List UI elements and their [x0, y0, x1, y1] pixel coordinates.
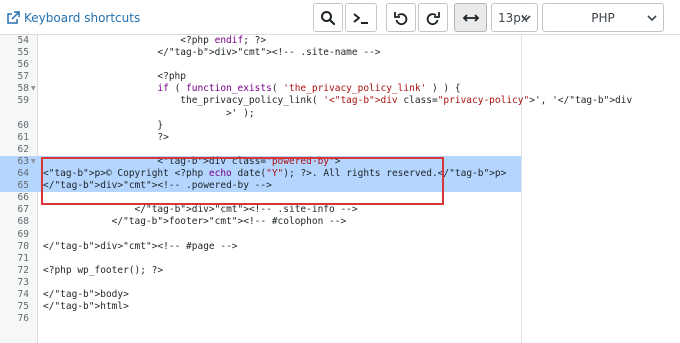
line-number: 72 — [17, 264, 29, 276]
code-line[interactable]: 55 </"tag-b">div>"cmt"><!-- .site-name --… — [0, 47, 521, 59]
chevron-down-icon — [647, 15, 657, 22]
line-number: 60 — [17, 119, 29, 131]
code-text: </"tag-b">div>"cmt"><!-- .site-info --> — [134, 204, 358, 216]
code-text: </"tag-b">div>"cmt"><!-- .powered-by --> — [43, 180, 272, 192]
line-number: 76 — [17, 313, 29, 325]
code-editor[interactable]: 54 <?php endif; ?> 55 </"tag-b">div>"cmt"><… — [0, 35, 680, 343]
undo-icon — [394, 11, 408, 25]
code-line[interactable]: 72 <?php wp_footer(); ?> — [0, 265, 521, 277]
redo-button[interactable] — [418, 3, 448, 32]
fold-arrow-icon[interactable]: ▼ — [31, 158, 36, 165]
code-line[interactable]: 69 — [0, 229, 521, 241]
code-text: the_privacy_policy_link( '<"tag-b">div c… — [180, 95, 633, 107]
code-line[interactable]: 70 </"tag-b">div>"cmt"><!-- #page --> — [0, 241, 521, 253]
line-number: 57 — [17, 71, 29, 83]
code-text: >' ); — [226, 107, 255, 119]
line-number: 64 — [17, 168, 29, 180]
code-line[interactable]: 71 — [0, 253, 521, 265]
line-number: 67 — [17, 204, 29, 216]
code-line[interactable]: 67 </"tag-b">div>"cmt"><!-- .site-info --… — [0, 204, 521, 216]
editor-toolbar: Keyboard shortcuts 13px PHP — [0, 0, 680, 35]
line-number: 69 — [17, 228, 29, 240]
line-number: 74 — [17, 288, 29, 300]
keyboard-shortcuts-label: Keyboard shortcuts — [24, 11, 141, 25]
code-line[interactable]: 74 </"tag-b">body> — [0, 289, 521, 301]
language-select[interactable]: PHP — [542, 3, 664, 32]
font-size-select[interactable]: 13px — [491, 3, 538, 32]
line-number: 54 — [17, 35, 29, 46]
editor-side-pane — [521, 35, 680, 343]
chevron-down-icon — [521, 15, 531, 22]
code-text: </"tag-b">footer>"cmt"><!-- #colophon --… — [111, 216, 347, 228]
code-line[interactable]: 61 ?> — [0, 132, 521, 144]
code-line[interactable]: 59 the_privacy_policy_link( '<"tag-b">div… — [0, 95, 633, 107]
language-value: PHP — [591, 10, 615, 25]
search-button[interactable] — [313, 3, 343, 32]
code-line[interactable]: >' ); — [0, 108, 521, 120]
line-number: 55 — [17, 47, 29, 59]
code-text: <"tag-b">p>© Copyright <?php echo date("… — [43, 168, 507, 180]
code-lines: 54 <?php endif; ?> 55 </"tag-b">div>"cmt"><… — [0, 35, 633, 325]
code-line[interactable]: 60} — [0, 120, 521, 132]
undo-button[interactable] — [386, 3, 416, 32]
line-number: 75 — [17, 301, 29, 313]
code-text: </"tag-b">body> — [43, 288, 129, 300]
code-line[interactable]: 65 </"tag-b">div>"cmt"><!-- .powered-by -… — [0, 180, 521, 193]
line-number: 68 — [17, 216, 29, 228]
line-number: 63 — [17, 155, 29, 167]
code-text: ?> — [157, 131, 169, 143]
code-line[interactable]: 57 <?php — [0, 71, 521, 83]
code-line[interactable]: 63 ▼ <"tag-b">div class="powered-by"> — [0, 155, 521, 169]
code-text: <?php wp_footer(); ?> — [43, 264, 164, 276]
code-text: </"tag-b">html> — [43, 301, 129, 313]
code-text: if ( function_exists( 'the_privacy_polic… — [157, 83, 461, 95]
line-number: 65 — [17, 180, 29, 192]
line-number: 58 — [17, 83, 29, 95]
code-text: } — [157, 119, 164, 131]
code-line[interactable]: 56 — [0, 59, 521, 71]
line-number: 73 — [17, 276, 29, 288]
code-line[interactable]: 76 — [0, 313, 521, 325]
horizontal-arrows-icon — [462, 13, 479, 22]
search-icon — [321, 10, 336, 25]
code-text: </"tag-b">div>"cmt"><!-- .site-name --> — [157, 47, 381, 59]
terminal-icon — [353, 12, 368, 24]
code-text: </"tag-b">div>"cmt"><!-- #page --> — [43, 240, 238, 252]
code-line[interactable]: 64 <"tag-b">p>© Copyright <?php echo date… — [0, 168, 521, 181]
keyboard-shortcuts-link[interactable]: Keyboard shortcuts — [6, 9, 140, 27]
code-line[interactable]: 73 — [0, 277, 521, 289]
line-wrap-toggle[interactable] — [454, 3, 487, 32]
code-line[interactable]: 68 </"tag-b">footer>"cmt"><!-- #colophon … — [0, 216, 521, 228]
code-line[interactable]: 75 </"tag-b">html> — [0, 301, 521, 313]
external-link-icon — [7, 11, 20, 24]
code-text: <?php endif; ?> — [180, 35, 267, 46]
code-line[interactable]: 58 ▼ if ( function_exists( 'the_privacy_po… — [0, 83, 521, 95]
line-number: 62 — [17, 143, 29, 155]
code-text: <"tag-b">div class="powered-by"> — [157, 155, 341, 167]
code-text: <?php — [157, 71, 186, 83]
redo-icon — [426, 11, 440, 25]
line-number: 56 — [17, 59, 29, 71]
line-number: 66 — [17, 192, 29, 204]
code-line[interactable]: 66 — [0, 192, 521, 204]
fold-arrow-icon[interactable]: ▼ — [31, 86, 36, 92]
line-number: 59 — [17, 95, 29, 107]
code-line[interactable]: 62 — [0, 144, 521, 156]
line-number: 70 — [17, 240, 29, 252]
code-line[interactable]: 54 <?php endif; ?> — [0, 35, 521, 47]
line-number: 61 — [17, 131, 29, 143]
line-number: 71 — [17, 252, 29, 264]
terminal-button[interactable] — [345, 3, 377, 32]
